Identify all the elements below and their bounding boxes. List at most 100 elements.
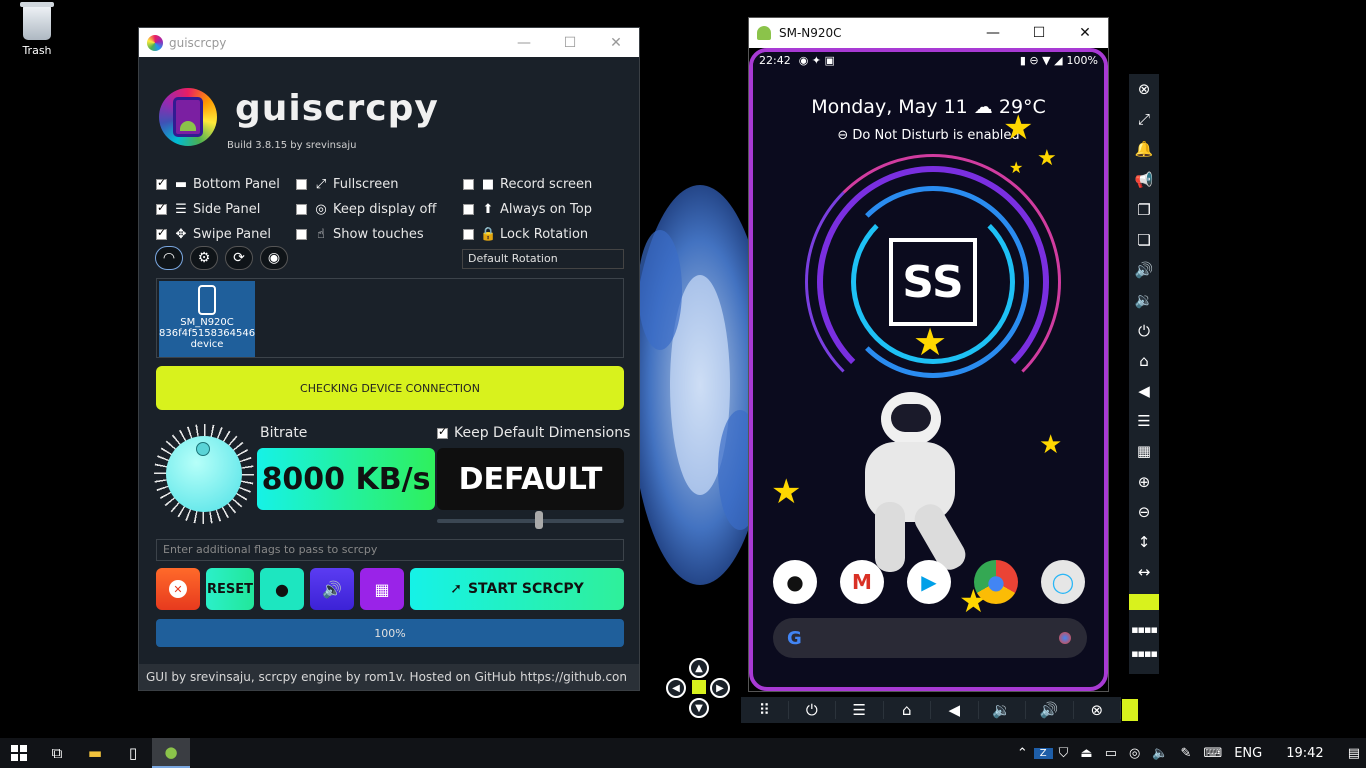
drive-icon[interactable]: ▭ — [1099, 746, 1123, 761]
back-button[interactable]: ◀ — [1129, 376, 1159, 406]
fullscreen-button[interactable]: ⤢ — [1129, 104, 1159, 134]
announce-button[interactable]: 📢 — [1129, 165, 1159, 195]
checkbox[interactable] — [463, 178, 474, 190]
option-bottom-panel[interactable]: ▬ Bottom Panel — [156, 175, 280, 193]
minimize-button[interactable]: — — [970, 25, 1016, 41]
chevron-up-icon[interactable]: ⌃ — [1011, 746, 1034, 761]
slider-thumb[interactable] — [535, 511, 543, 529]
swipe-left-button[interactable]: ◀ — [666, 678, 686, 698]
swipe-center[interactable] — [692, 680, 706, 694]
close-button[interactable]: ✕ — [593, 35, 639, 51]
github-url-link[interactable]: https://github.con — [520, 670, 639, 684]
paste-button[interactable]: ❏ — [1129, 225, 1159, 255]
resize-vertical-button[interactable]: ↕ — [1129, 527, 1159, 557]
swipe-right-button[interactable]: ▶ — [710, 678, 730, 698]
shield-icon[interactable]: ⛉ — [1053, 746, 1075, 761]
bottom-panel-grip[interactable] — [1122, 699, 1138, 721]
back-button[interactable]: ◀ — [931, 701, 979, 719]
keyboard-icon[interactable]: ⌨ — [1197, 746, 1228, 761]
checkbox[interactable] — [156, 201, 167, 215]
checkbox[interactable] — [463, 228, 474, 240]
option-record-screen[interactable]: ■ Record screen — [463, 175, 592, 193]
zoom-in-button[interactable]: ⊕ — [1129, 466, 1159, 496]
kill-button[interactable]: ✕ — [156, 568, 200, 610]
volume-up-button[interactable]: 🔊 — [1026, 701, 1074, 719]
power-button[interactable]: ⏻ — [789, 701, 836, 719]
globe-icon[interactable]: ◎ — [1123, 746, 1146, 761]
option-keep-display-off[interactable]: ◎ Keep display off — [296, 200, 436, 218]
home-button[interactable]: ⌂ — [884, 701, 931, 719]
option-fullscreen[interactable]: ⤢ Fullscreen — [296, 175, 398, 193]
volume-down-button[interactable]: 🔉 — [1129, 285, 1159, 315]
resize-horizontal-button[interactable]: ↔ — [1129, 557, 1159, 587]
google-search-bar[interactable]: G — [773, 618, 1087, 658]
dotted-handle[interactable]: ▪▪▪▪ — [1129, 617, 1159, 641]
task-view-button[interactable]: ⧉ — [38, 738, 76, 768]
phone-screen[interactable]: 22:42 ◉ ✦ ▣ ▮ ⊖ ▼ ◢ 100% Monday, May 11 … — [749, 48, 1108, 691]
github-button[interactable]: ● — [260, 568, 304, 610]
target-button[interactable]: ◉ — [260, 246, 288, 270]
chrome-app-icon[interactable]: ● — [974, 560, 1018, 604]
apps-button[interactable]: ▦ — [1129, 436, 1159, 466]
keep-default-dimensions-checkbox[interactable]: Keep Default Dimensions — [437, 425, 630, 441]
github-app-icon[interactable]: ● — [773, 560, 817, 604]
volume-icon[interactable]: 🔈 — [1146, 746, 1174, 761]
notepad-button[interactable]: ▯ — [114, 738, 152, 768]
guiscrcpy-taskbar-button[interactable]: ● — [152, 738, 190, 768]
grid-button[interactable]: ⠿ — [741, 701, 789, 719]
zoom-out-button[interactable]: ⊖ — [1129, 497, 1159, 527]
checkbox[interactable] — [296, 228, 307, 240]
usb-icon[interactable]: ⏏ — [1074, 746, 1098, 761]
checkbox[interactable] — [296, 178, 307, 190]
checkbox[interactable] — [296, 203, 307, 215]
checkbox[interactable] — [463, 203, 474, 215]
dotted-handle[interactable]: ▪▪▪▪ — [1129, 641, 1159, 665]
flags-input[interactable]: Enter additional flags to pass to scrcpy — [156, 539, 624, 561]
refresh-button[interactable]: ⟳ — [225, 246, 253, 270]
swipe-down-button[interactable]: ▼ — [689, 698, 709, 718]
settings-button[interactable]: ⚙ — [190, 246, 218, 270]
volume-down-button[interactable]: 🔉 — [979, 701, 1026, 719]
maximize-button[interactable]: ☐ — [547, 35, 593, 51]
copy-button[interactable]: ❐ — [1129, 195, 1159, 225]
start-button[interactable] — [0, 738, 38, 768]
play-store-app-icon[interactable]: ▶ — [907, 560, 951, 604]
device-item[interactable]: SM_N920C 836f4f5158364546 device — [159, 281, 255, 357]
checkbox[interactable] — [156, 226, 167, 240]
messages-app-icon[interactable]: ◯ — [1041, 560, 1085, 604]
gmail-app-icon[interactable]: M — [840, 560, 884, 604]
pen-icon[interactable]: ✎ — [1175, 746, 1198, 761]
close-button[interactable]: ✕ — [1062, 25, 1108, 41]
grid-button[interactable]: ▦ — [360, 568, 404, 610]
notifications-button[interactable]: 🔔 — [1129, 134, 1159, 164]
option-lock-rotation[interactable]: 🔒 Lock Rotation — [463, 225, 588, 243]
option-always-on-top[interactable]: ⬆ Always on Top — [463, 200, 592, 218]
file-explorer-button[interactable]: ▬ — [76, 738, 114, 768]
checkbox[interactable] — [156, 176, 167, 190]
zeal-icon[interactable]: Z — [1033, 747, 1053, 759]
start-scrcpy-button[interactable]: ➚ START SCRCPY — [410, 568, 624, 610]
audio-button[interactable]: 🔊 — [310, 568, 354, 610]
google-assistant-icon[interactable] — [1059, 632, 1071, 644]
wifi-button[interactable]: ◠ — [155, 246, 183, 270]
bitrate-dial[interactable] — [154, 424, 254, 524]
close-panel-button[interactable]: ⊗ — [1074, 701, 1121, 719]
option-side-panel[interactable]: ☰ Side Panel — [156, 200, 260, 218]
menu-button[interactable]: ☰ — [1129, 406, 1159, 436]
power-button[interactable]: ⏻ — [1129, 316, 1159, 346]
maximize-button[interactable]: ☐ — [1016, 25, 1062, 41]
menu-button[interactable]: ☰ — [836, 701, 884, 719]
reset-button[interactable]: RESET — [206, 568, 254, 610]
dimensions-slider[interactable] — [437, 511, 624, 529]
option-show-touches[interactable]: ☝ Show touches — [296, 225, 424, 243]
panel-grip[interactable] — [1129, 594, 1159, 611]
close-panel-button[interactable]: ⊗ — [1129, 74, 1159, 104]
minimize-button[interactable]: — — [501, 35, 547, 51]
home-button[interactable]: ⌂ — [1129, 346, 1159, 376]
dimensions-checkbox[interactable] — [437, 425, 448, 439]
swipe-up-button[interactable]: ▲ — [689, 658, 709, 678]
notification-icon[interactable]: ▤ — [1342, 746, 1366, 761]
option-swipe-panel[interactable]: ✥ Swipe Panel — [156, 225, 271, 243]
clock[interactable]: 19:42 — [1268, 746, 1341, 761]
language-indicator[interactable]: ENG — [1228, 746, 1268, 761]
